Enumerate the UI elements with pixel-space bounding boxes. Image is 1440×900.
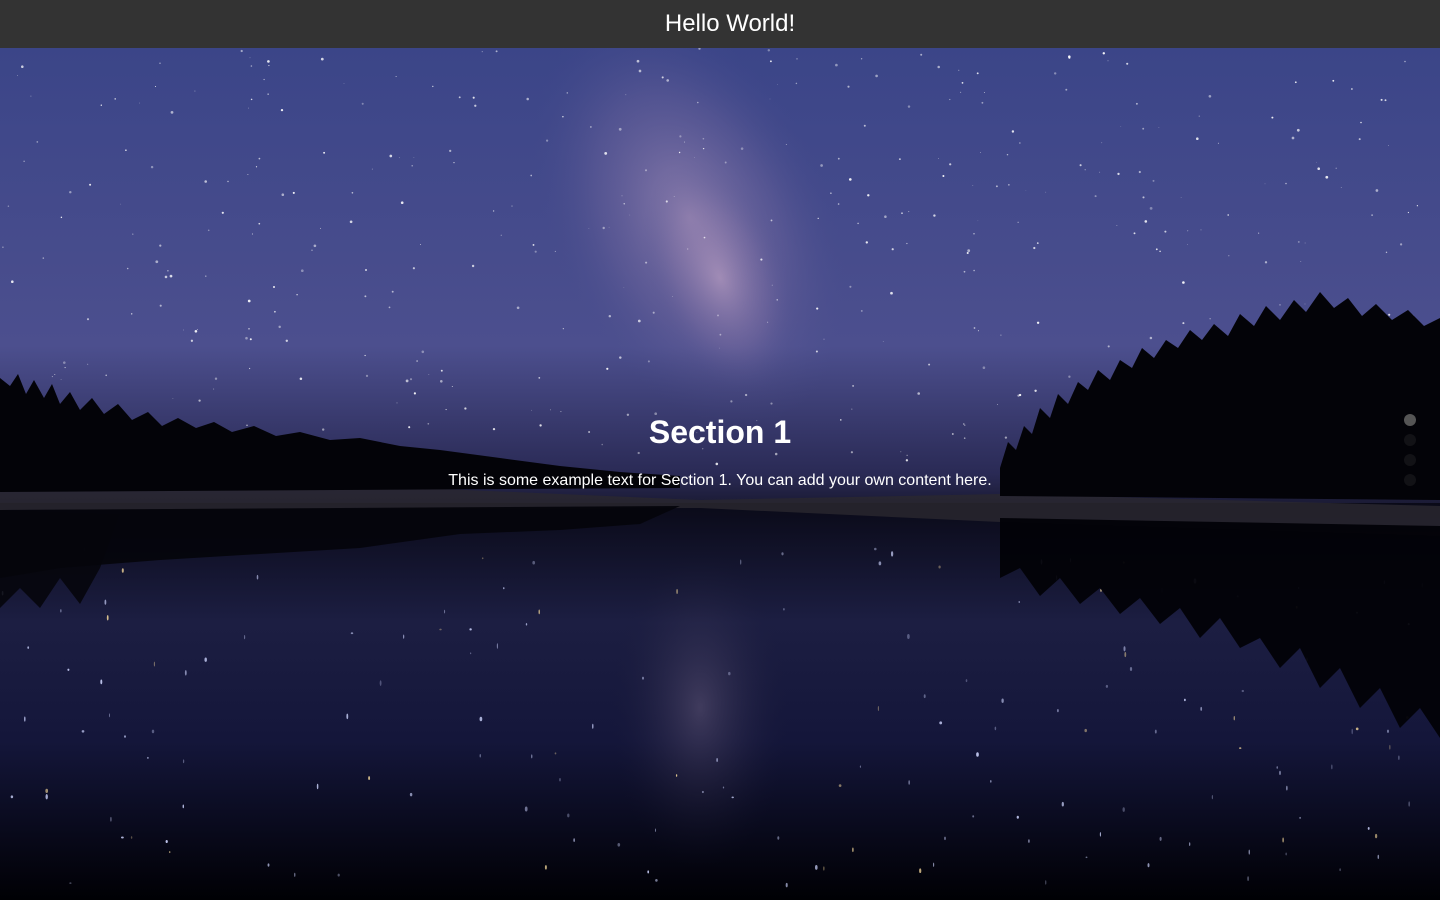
section-description: This is some example text for Section 1.… [448,472,992,489]
hero-section: Section 1 This is some example text for … [0,48,1440,900]
nav-dot-4[interactable] [1404,474,1416,486]
nav-dot-2[interactable] [1404,434,1416,446]
section-heading: Section 1 [648,414,792,450]
header-title: Hello World! [664,10,796,37]
top-header: Hello World! [0,0,1440,48]
section-nav-dots [1404,414,1416,494]
nav-dot-1[interactable] [1404,414,1416,426]
nav-dot-3[interactable] [1404,454,1416,466]
